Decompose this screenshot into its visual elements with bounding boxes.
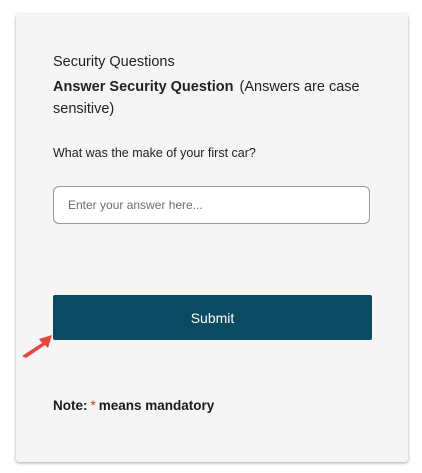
- answer-heading: Answer Security Question: [53, 79, 234, 95]
- note-text: means mandatory: [98, 398, 215, 413]
- arrow-pointer-icon: [22, 335, 52, 358]
- security-question-card: Security Questions Answer Security Quest…: [16, 14, 408, 462]
- note-label: Note:: [53, 398, 88, 413]
- answer-heading-block: Answer Security Question (Answers are cas…: [53, 76, 373, 120]
- security-question-text: What was the make of your first car?: [53, 146, 256, 160]
- section-title: Security Questions: [53, 54, 175, 70]
- mandatory-note: Note: * means mandatory: [53, 398, 214, 413]
- submit-button[interactable]: Submit: [53, 295, 372, 340]
- answer-input[interactable]: [53, 186, 370, 224]
- mandatory-asterisk: *: [90, 398, 96, 413]
